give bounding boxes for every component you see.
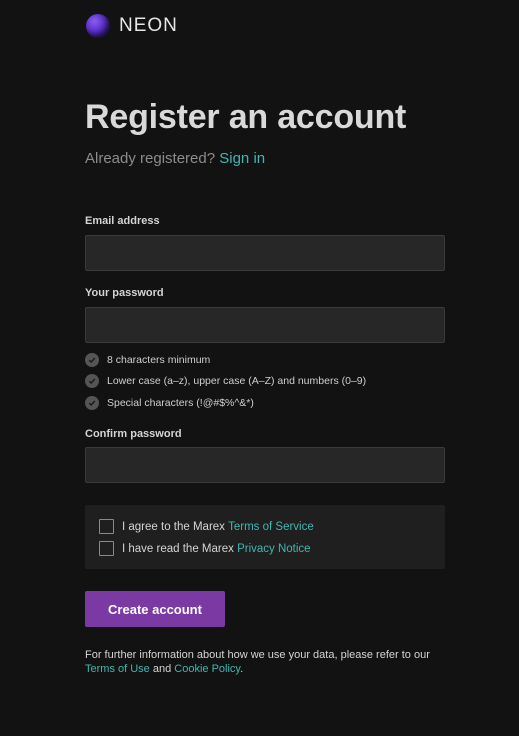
privacy-prefix-text: I have read the Marex bbox=[122, 542, 234, 555]
sign-in-link[interactable]: Sign in bbox=[219, 150, 265, 167]
password-field[interactable] bbox=[85, 307, 445, 343]
already-registered-text: Already registered? bbox=[85, 150, 216, 167]
password-rule: Lower case (a–z), upper case (A–Z) and n… bbox=[85, 371, 366, 393]
brand-name: NEON bbox=[119, 15, 178, 36]
cookie-policy-link[interactable]: Cookie Policy bbox=[174, 663, 240, 675]
password-rule: 8 characters minimum bbox=[85, 349, 366, 371]
data-usage-note: For further information about how we use… bbox=[85, 648, 445, 676]
privacy-agreement-row: I have read the Marex Privacy Notice bbox=[99, 541, 311, 556]
terms-of-service-link[interactable]: Terms of Service bbox=[228, 521, 314, 533]
terms-checkbox[interactable] bbox=[99, 519, 114, 534]
create-account-button[interactable]: Create account bbox=[85, 591, 225, 627]
terms-of-use-link[interactable]: Terms of Use bbox=[85, 663, 150, 675]
confirm-password-field[interactable] bbox=[85, 447, 445, 483]
data-usage-text: For further information about how we use… bbox=[85, 649, 430, 661]
password-rule: Special characters (!@#$%^&*) bbox=[85, 392, 366, 414]
email-label: Email address bbox=[85, 215, 160, 227]
terms-prefix-text: I agree to the Marex bbox=[122, 520, 225, 533]
password-rule-text: 8 characters minimum bbox=[107, 353, 211, 366]
password-rule-text: Lower case (a–z), upper case (A–Z) and n… bbox=[107, 375, 367, 388]
check-circle-icon bbox=[85, 352, 99, 367]
confirm-password-label: Confirm password bbox=[85, 428, 182, 440]
agreements-panel: I agree to the Marex Terms of Service I … bbox=[85, 505, 445, 569]
privacy-notice-link[interactable]: Privacy Notice bbox=[237, 543, 311, 555]
privacy-checkbox[interactable] bbox=[99, 541, 114, 556]
password-rule-text: Special characters (!@#$%^&*) bbox=[107, 396, 254, 409]
check-circle-icon bbox=[85, 374, 99, 389]
email-field[interactable] bbox=[85, 235, 445, 271]
page-title: Register an account bbox=[85, 98, 407, 136]
password-rules-list: 8 characters minimum Lower case (a–z), u… bbox=[85, 349, 366, 414]
brand-logo[interactable]: NEON bbox=[86, 14, 178, 38]
period-text: . bbox=[240, 663, 244, 675]
password-label: Your password bbox=[85, 287, 164, 299]
neon-logo-icon bbox=[86, 14, 110, 38]
and-text: and bbox=[152, 663, 172, 675]
check-circle-icon bbox=[85, 395, 99, 410]
registration-page: NEON Register an account Already registe… bbox=[0, 0, 519, 736]
sign-in-prompt: Already registered? Sign in bbox=[85, 150, 265, 167]
terms-agreement-row: I agree to the Marex Terms of Service bbox=[99, 519, 314, 534]
